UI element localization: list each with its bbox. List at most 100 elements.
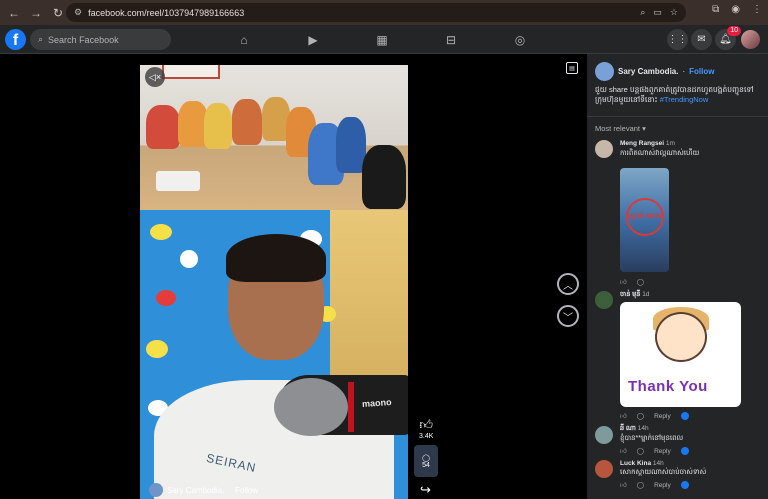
reply-link[interactable]: Reply: [654, 482, 671, 489]
microphone-brand: maono: [361, 396, 392, 410]
author-avatar[interactable]: [595, 62, 614, 81]
chevron-down-icon: ﹀: [563, 312, 573, 324]
commenter-avatar[interactable]: [595, 460, 613, 478]
sort-dropdown[interactable]: Most relevant ▾: [595, 124, 646, 133]
seated-person: [204, 103, 232, 149]
notification-badge: 10: [727, 26, 741, 36]
comment-text: សោកស្តាយណាស់បាប់ចាស់ទាស់: [620, 469, 707, 476]
like-reaction-icon: [680, 447, 689, 455]
like-reaction-icon: [680, 412, 689, 420]
presenter-hair: [226, 234, 326, 282]
post-caption: ជួយ share បន្តផងពួកគាត់ត្រូវបានដកហូតបង្អ…: [595, 85, 763, 105]
comments-panel: Sary Cambodia. · Follow ជួយ share បន្តផង…: [587, 54, 768, 499]
reply-link[interactable]: Reply: [654, 448, 671, 455]
back-arrow-icon[interactable]: ←: [6, 5, 22, 21]
share-action[interactable]: ↪: [420, 482, 431, 498]
browser-toolbar: ← → ↻ ⚙ facebook.com/reel/10379479891666…: [0, 0, 768, 25]
commenter-avatar[interactable]: [595, 291, 613, 309]
next-reel-button[interactable]: ﹀: [557, 305, 579, 327]
author-name[interactable]: Sary Cambodia.: [618, 67, 678, 76]
like-icon[interactable]: 👍︎: [620, 447, 627, 455]
cast-icon[interactable]: ▭: [653, 7, 662, 18]
zoom-icon[interactable]: ⌕: [640, 7, 645, 18]
author-name[interactable]: Sary Cambodia.: [167, 486, 224, 495]
marketplace-icon[interactable]: ▦: [372, 30, 392, 50]
site-info-icon[interactable]: ⚙: [74, 7, 82, 18]
like-icon[interactable]: 👍︎: [620, 481, 627, 489]
video-top-photo: [140, 65, 408, 210]
like-icon[interactable]: 👍︎: [620, 412, 627, 420]
follow-link[interactable]: Follow: [235, 486, 258, 495]
comment-actions: 👍︎ ◯ Reply: [620, 481, 689, 489]
account-avatar[interactable]: [741, 30, 760, 49]
hashtag-link[interactable]: #TrendingNow: [660, 95, 709, 104]
comment-bubble-icon[interactable]: ◯: [637, 481, 644, 489]
comment-author[interactable]: ចាន់ មុនី 1d: [620, 291, 649, 300]
facebook-logo[interactable]: f: [5, 29, 26, 50]
search-input[interactable]: ⌕ Search Facebook: [30, 29, 171, 50]
commenter-avatar[interactable]: [595, 426, 613, 444]
bookmark-star-icon[interactable]: ☆: [670, 7, 678, 18]
post-header: Sary Cambodia. · Follow: [595, 62, 714, 81]
profile-icon[interactable]: ◉: [731, 4, 740, 15]
comment-bubble-icon[interactable]: ◯: [637, 412, 644, 420]
mute-toggle-icon[interactable]: ◁×: [145, 67, 165, 87]
groups-icon[interactable]: ⊟: [441, 30, 461, 50]
comment-author[interactable]: Luck Kina 14h: [620, 460, 664, 467]
cloth-print: [146, 340, 168, 358]
comment-video-thumbnail[interactable]: ស្គាល់ ចរាចរ: [620, 168, 669, 272]
reel-video[interactable]: SEIRAN maono: [140, 65, 408, 499]
seated-person: [232, 99, 262, 145]
commenter-avatar[interactable]: [595, 140, 613, 158]
caret-down-icon: ▾: [642, 124, 646, 133]
comment-bubble-icon[interactable]: ◯: [637, 278, 644, 286]
video-bottom-scene: SEIRAN maono: [140, 210, 408, 499]
video-author: Sary Cambodia. · Follow: [149, 483, 258, 497]
reply-link[interactable]: Reply: [654, 413, 671, 420]
gaming-icon[interactable]: ◎: [510, 30, 530, 50]
hide-panel-icon[interactable]: ▤: [566, 62, 578, 74]
like-icon[interactable]: 👍︎: [620, 278, 627, 286]
seated-person: [362, 145, 406, 209]
comment-actions: 👍︎ ◯ Reply: [620, 447, 689, 455]
comment-actions: 👍︎ ◯ Reply: [620, 412, 689, 420]
comment-action[interactable]: ◯ 54: [414, 445, 438, 477]
menu-grid-icon[interactable]: ⋮⋮: [667, 29, 688, 50]
notifications-bell-icon[interactable]: 🔔︎ 10: [715, 26, 741, 50]
chevron-up-icon: ︿: [563, 280, 573, 292]
comment-bubble-icon[interactable]: ◯: [637, 447, 644, 455]
sticker-face: [655, 312, 707, 362]
stamp-logo: ស្គាល់ ចរាចរ: [626, 198, 664, 236]
url-text: facebook.com/reel/1037947989166663: [88, 7, 245, 18]
seated-person: [146, 105, 180, 149]
thank-you-sticker: Thank You: [620, 302, 741, 407]
comment-count: 54: [422, 461, 430, 469]
comment-icon: ◯: [422, 454, 430, 462]
comment-author[interactable]: Meng Rangsei 1m: [620, 140, 675, 147]
extensions-icon[interactable]: ⧉: [712, 4, 719, 15]
sticker-text: Thank You: [628, 378, 708, 395]
share-icon: ↪: [420, 482, 431, 497]
comment-author[interactable]: ឆី ណា 14h: [620, 425, 649, 434]
like-count: 3.4K: [419, 433, 434, 440]
previous-reel-button[interactable]: ︿: [557, 273, 579, 295]
cloth-print: [180, 250, 198, 268]
like-icon: 👍︎: [419, 417, 433, 432]
more-menu-icon[interactable]: ⋮: [752, 4, 762, 15]
follow-button[interactable]: Follow: [689, 67, 714, 76]
comment-text: ការពិតណាស់វាល្អណាស់ហើយ: [620, 150, 700, 157]
reload-icon[interactable]: ↻: [50, 5, 66, 21]
home-icon[interactable]: ⌂: [234, 30, 254, 50]
forward-arrow-icon[interactable]: →: [28, 5, 44, 21]
divider: [587, 116, 768, 117]
video-icon[interactable]: ▶: [303, 30, 323, 50]
author-avatar[interactable]: [149, 483, 163, 497]
address-bar[interactable]: ⚙ facebook.com/reel/1037947989166663 ⌕ ▭…: [66, 3, 686, 22]
search-placeholder: Search Facebook: [48, 34, 119, 45]
sort-label: Most relevant: [595, 124, 641, 133]
comment-actions: 👍︎ ◯: [620, 278, 644, 286]
messenger-icon[interactable]: ✉: [691, 29, 712, 50]
like-action[interactable]: 👍︎ 3.4K: [419, 417, 433, 440]
search-icon: ⌕: [38, 34, 44, 44]
cloth-print: [156, 290, 176, 306]
